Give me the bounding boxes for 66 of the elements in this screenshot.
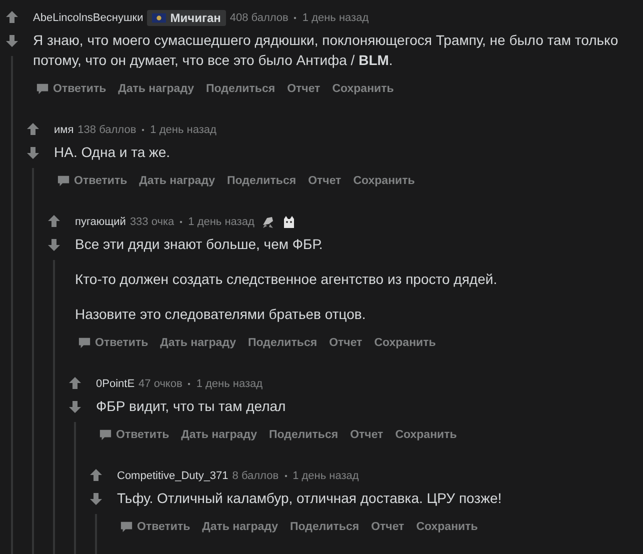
award-icon[interactable]: [282, 215, 296, 229]
upvote-icon[interactable]: [89, 468, 103, 482]
downvote-icon[interactable]: [47, 238, 61, 252]
action-button[interactable]: Дать награду: [199, 516, 282, 537]
score-text: 8 баллов: [232, 470, 279, 482]
comment-text: Кто-то должен создать следственное агентство из просто дядей.: [75, 270, 498, 289]
downvote-icon[interactable]: [5, 34, 19, 48]
username[interactable]: 0PointE: [96, 378, 135, 390]
comment-text: НА. Одна и та же.: [54, 143, 172, 162]
action-button[interactable]: Поделиться: [203, 78, 278, 99]
comment-icon: [57, 174, 70, 187]
action-button[interactable]: Дать награду: [157, 332, 240, 353]
action-button[interactable]: Отчет: [368, 516, 408, 537]
comment-text: Все эти дяди знают больше, чем ФБР.: [75, 235, 324, 254]
upvote-icon[interactable]: [68, 376, 82, 390]
action-button[interactable]: Дать награду: [178, 424, 260, 445]
action-button[interactable]: Поделиться: [245, 332, 320, 353]
reply-button[interactable]: Ответить: [54, 170, 130, 191]
comment-text: ФБР видит, что ты там делал: [96, 397, 287, 416]
timestamp: 1 день назад: [302, 12, 369, 24]
action-button[interactable]: Отчет: [305, 170, 344, 191]
upvote-icon[interactable]: [47, 214, 61, 228]
score-text: 333 очка: [130, 216, 174, 228]
action-button[interactable]: Дать награду: [136, 170, 218, 191]
upvote-icon[interactable]: [5, 10, 19, 24]
downvote-icon[interactable]: [68, 400, 82, 414]
downvote-icon[interactable]: [26, 146, 40, 160]
comment-icon: [99, 428, 112, 441]
action-button[interactable]: Поделиться: [224, 170, 300, 191]
action-button[interactable]: Сохранить: [413, 516, 481, 537]
reply-button[interactable]: Ответить: [33, 78, 110, 99]
downvote-icon[interactable]: [89, 492, 103, 506]
action-button[interactable]: Отчет: [284, 78, 324, 99]
score-text: 138 баллов: [78, 124, 136, 136]
comment-text: Тьфу. Отличный каламбур, отличная доставка. ЦРУ позже!: [117, 489, 503, 508]
action-button[interactable]: Сохранить: [329, 78, 397, 99]
username[interactable]: Competitive_Duty_371: [117, 470, 228, 482]
comment-text: Назовите это следователями братьев отцов.: [75, 305, 367, 324]
action-button[interactable]: Сохранить: [392, 424, 460, 445]
reply-button[interactable]: Ответить: [75, 332, 152, 353]
flair-text: Мичиган: [170, 11, 221, 25]
comment-icon: [120, 520, 133, 533]
action-button[interactable]: Сохранить: [350, 170, 418, 191]
timestamp: 1 день назад: [188, 216, 254, 228]
score-text: 408 баллов: [230, 12, 288, 24]
flag-icon: [152, 13, 166, 23]
action-button[interactable]: Поделиться: [287, 516, 362, 537]
reply-button[interactable]: Ответить: [96, 424, 172, 445]
timestamp: 1 день назад: [196, 378, 263, 390]
action-button[interactable]: Дать награду: [115, 78, 198, 99]
username[interactable]: AbeLincolnsВеснушки: [33, 12, 144, 24]
timestamp: 1 день назад: [150, 124, 216, 136]
upvote-icon[interactable]: [26, 122, 40, 136]
action-button[interactable]: Отчет: [326, 332, 366, 353]
reply-button[interactable]: Ответить: [117, 516, 194, 537]
username[interactable]: пугающий: [75, 216, 126, 228]
action-button[interactable]: Поделиться: [266, 424, 342, 445]
comment-icon: [78, 336, 91, 349]
action-button[interactable]: Сохранить: [371, 332, 439, 353]
award-icon[interactable]: [261, 215, 276, 229]
comment-text: Я знаю, что моего сумасшедшего дядюшки, поклоняющегося Трампу, не было там только потому, что он думает, что все это было Антифа / BLM.: [33, 31, 620, 70]
timestamp: 1 день назад: [292, 470, 359, 482]
action-button[interactable]: Отчет: [347, 424, 386, 445]
comment-icon: [36, 82, 49, 95]
score-text: 47 очков: [138, 378, 182, 390]
username[interactable]: имя: [54, 124, 74, 136]
